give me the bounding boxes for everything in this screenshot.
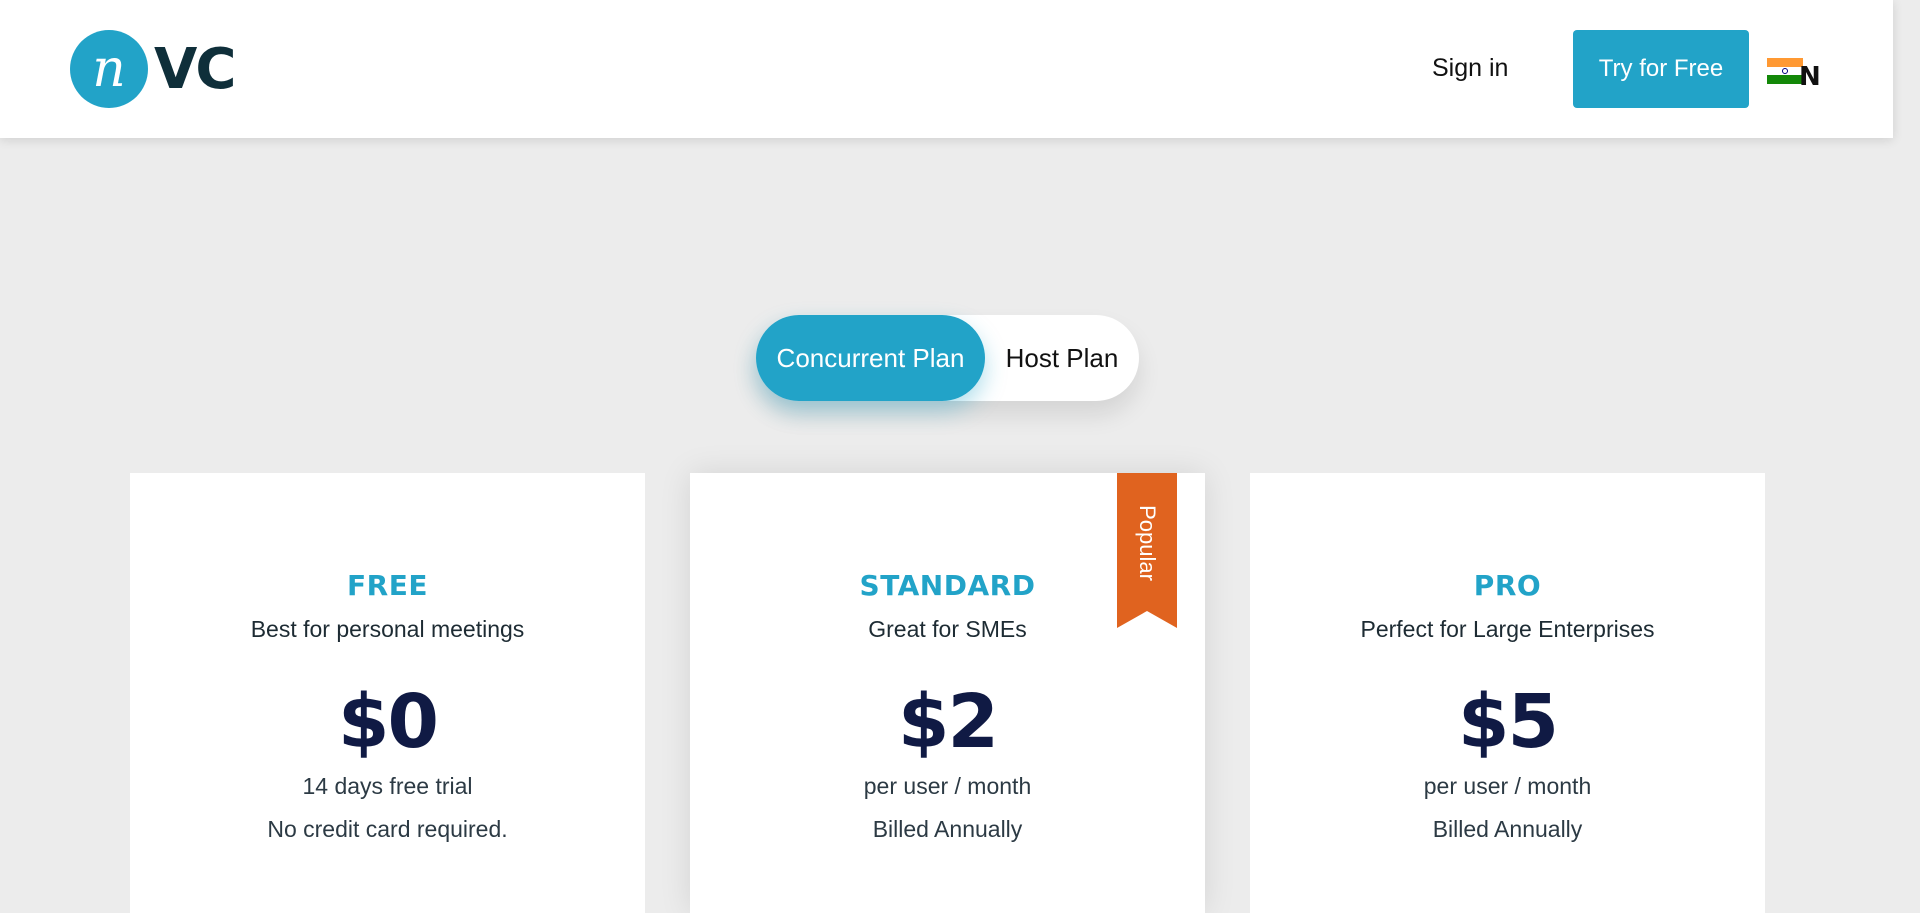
plan-description: Best for personal meetings: [250, 616, 525, 642]
logo-mark: n: [70, 30, 148, 108]
sign-in-link[interactable]: Sign in: [1432, 54, 1508, 83]
language-code: N: [1799, 62, 1821, 92]
try-for-free-button[interactable]: Try for Free: [1573, 30, 1749, 108]
pricing-card-free: FREE Best for personal meetings $0 14 da…: [130, 473, 645, 913]
plan-billing-note: No credit card required.: [267, 816, 508, 842]
plan-name: FREE: [347, 569, 428, 602]
plan-name: PRO: [1473, 569, 1542, 602]
plan-price: $5: [1458, 679, 1559, 765]
language-selector[interactable]: N: [1767, 58, 1821, 90]
plan-price-note: 14 days free trial: [302, 773, 473, 799]
plan-billing-note: Billed Annually: [1432, 816, 1583, 842]
plan-name: STANDARD: [859, 569, 1036, 602]
plan-price-note: per user / month: [863, 773, 1032, 799]
plan-price: $2: [898, 679, 999, 765]
toggle-host-plan[interactable]: Host Plan: [985, 315, 1139, 401]
brand-logo[interactable]: n VC: [70, 30, 236, 108]
india-flag-icon: [1767, 58, 1803, 84]
pricing-card-pro: PRO Perfect for Large Enterprises $5 per…: [1250, 473, 1765, 913]
plan-price-note: per user / month: [1423, 773, 1592, 799]
plan-description: Perfect for Large Enterprises: [1360, 616, 1655, 642]
pricing-card-standard: Popular STANDARD Great for SMEs $2 per u…: [690, 473, 1205, 913]
logo-text: VC: [154, 36, 236, 102]
plan-type-toggle: Concurrent Plan Host Plan: [756, 315, 1139, 401]
plan-billing-note: Billed Annually: [872, 816, 1023, 842]
site-header: n VC Sign in Try for Free N: [0, 0, 1893, 138]
plan-description: Great for SMEs: [868, 616, 1027, 642]
toggle-concurrent-plan[interactable]: Concurrent Plan: [756, 315, 985, 401]
plan-price: $0: [338, 679, 439, 765]
